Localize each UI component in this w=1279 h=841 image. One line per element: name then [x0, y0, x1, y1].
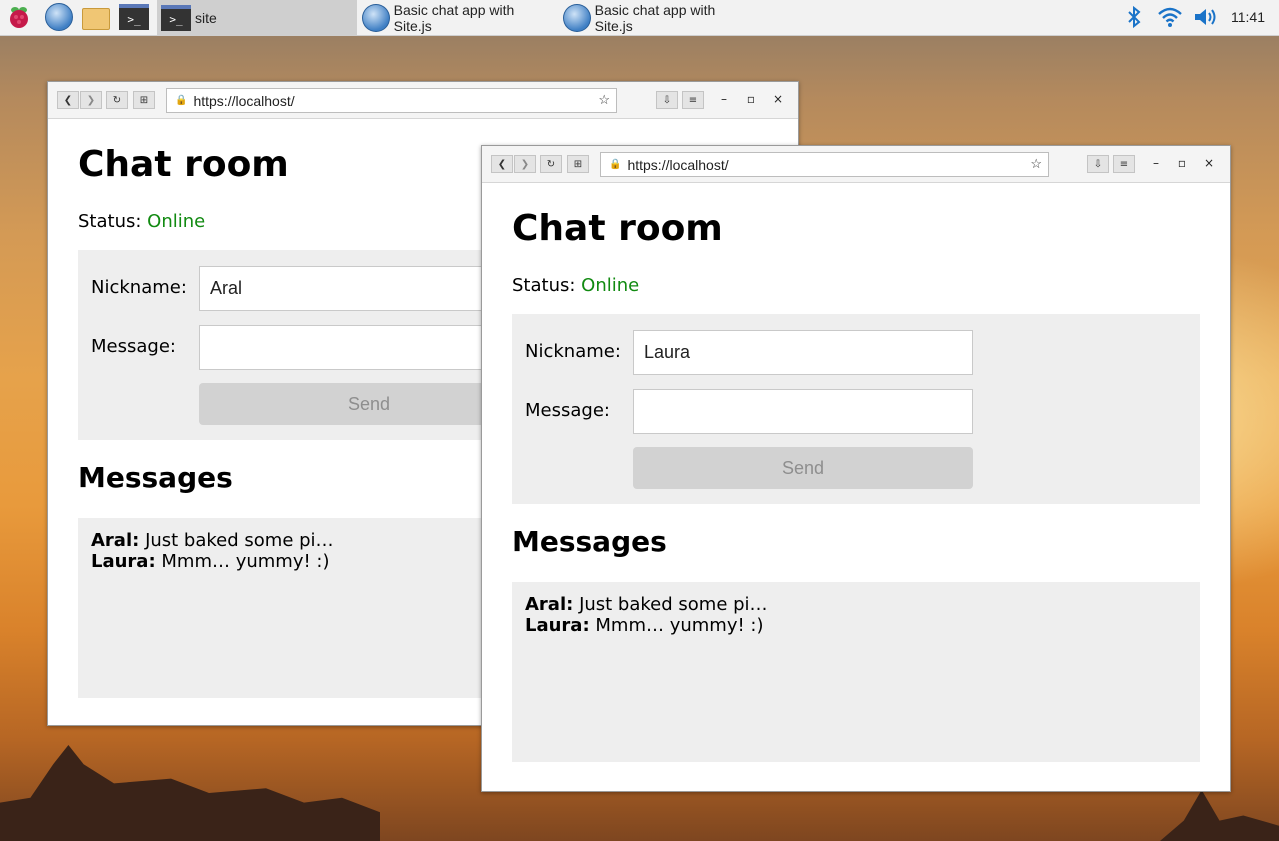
task-label: Basic chat app with Site.js: [594, 1, 716, 34]
bookmark-star-icon[interactable]: ☆: [598, 92, 610, 108]
browser-globe-icon: [362, 3, 390, 32]
message-text: Just baked some pi…: [145, 530, 334, 551]
clock: 11:41: [1231, 9, 1265, 25]
message-text: Mmm… yummy! :): [595, 615, 764, 636]
message-author: Aral:: [91, 530, 140, 551]
messages-list: Aral: Just baked some pi… Laura: Mmm… yu…: [512, 582, 1200, 762]
message-text: Mmm… yummy! :): [161, 551, 330, 572]
url-text: https://localhost/: [193, 92, 295, 109]
status-label: Status:: [78, 211, 142, 232]
task-browser-1[interactable]: Basic chat app with Site.js: [358, 0, 558, 35]
lock-icon: 🔒: [175, 95, 188, 106]
task-label: site: [195, 9, 217, 26]
page-title: Chat room: [512, 208, 723, 249]
temple-silhouette-left: [0, 745, 380, 841]
url-text: https://localhost/: [627, 156, 729, 173]
forward-button[interactable]: ❯: [80, 91, 102, 109]
task-browser-2[interactable]: Basic chat app with Site.js: [559, 0, 759, 35]
forward-button[interactable]: ❯: [514, 155, 536, 173]
minimize-icon[interactable]: –: [716, 92, 732, 106]
message-author: Aral:: [525, 594, 574, 615]
taskbar: >_ >_ site Basic chat app with Site.js B…: [0, 0, 1279, 36]
menu-button[interactable]: ≡: [1113, 155, 1135, 173]
message-text: Just baked some pi…: [579, 594, 768, 615]
new-tab-button[interactable]: ⊞: [133, 91, 155, 109]
menu-button[interactable]: ≡: [682, 91, 704, 109]
status-value: Online: [147, 211, 206, 232]
terminal-icon[interactable]: >_: [118, 3, 150, 31]
nickname-label: Nickname:: [525, 341, 621, 362]
downloads-button[interactable]: ⇩: [656, 91, 678, 109]
browser-globe-icon: [563, 3, 591, 32]
task-label: Basic chat app with Site.js: [393, 1, 515, 34]
task-site[interactable]: >_ site: [157, 0, 357, 35]
address-bar[interactable]: 🔒 https://localhost/ ☆: [166, 88, 617, 113]
web-browser-icon[interactable]: [45, 3, 73, 31]
status-value: Online: [581, 275, 640, 296]
status-line: Status: Online: [78, 211, 205, 232]
nickname-input[interactable]: Laura: [633, 330, 973, 375]
terminal-icon: >_: [161, 4, 191, 31]
bluetooth-icon[interactable]: [1120, 3, 1148, 31]
browser-toolbar: ❮ ❯ ↻ ⊞ 🔒 https://localhost/ ☆ ⇩ ≡ – ▫ ×: [482, 146, 1230, 183]
page-content: Chat room Status: Online Nickname: Laura…: [482, 183, 1230, 791]
reload-button[interactable]: ↻: [106, 91, 128, 109]
message-author: Laura:: [91, 551, 156, 572]
nickname-label: Nickname:: [91, 277, 187, 298]
address-bar[interactable]: 🔒 https://localhost/ ☆: [600, 152, 1049, 177]
terminal-glyph: >_: [119, 4, 149, 30]
new-tab-button[interactable]: ⊞: [567, 155, 589, 173]
chat-form: Nickname: Laura Message: Send: [512, 314, 1200, 504]
maximize-icon[interactable]: ▫: [1174, 156, 1190, 170]
browser-window-laura: ❮ ❯ ↻ ⊞ 🔒 https://localhost/ ☆ ⇩ ≡ – ▫ ×…: [481, 145, 1231, 792]
wifi-icon[interactable]: [1156, 3, 1184, 31]
file-manager-icon[interactable]: [82, 3, 110, 31]
messages-heading: Messages: [512, 525, 667, 558]
page-title: Chat room: [78, 144, 289, 185]
message-input[interactable]: [633, 389, 973, 434]
status-line: Status: Online: [512, 275, 639, 296]
maximize-icon[interactable]: ▫: [743, 92, 759, 106]
message-author: Laura:: [525, 615, 590, 636]
lock-icon: 🔒: [609, 159, 622, 170]
raspberry-menu-icon[interactable]: [5, 3, 33, 31]
reload-button[interactable]: ↻: [540, 155, 562, 173]
browser-toolbar: ❮ ❯ ↻ ⊞ 🔒 https://localhost/ ☆ ⇩ ≡ – ▫ ×: [48, 82, 798, 119]
send-button[interactable]: Send: [633, 447, 973, 489]
message-label: Message:: [91, 336, 176, 357]
volume-icon[interactable]: [1192, 3, 1220, 31]
bookmark-star-icon[interactable]: ☆: [1030, 156, 1042, 172]
close-icon[interactable]: ×: [1201, 156, 1217, 170]
downloads-button[interactable]: ⇩: [1087, 155, 1109, 173]
list-item: Aral: Just baked some pi…: [525, 594, 1187, 615]
message-label: Message:: [525, 400, 610, 421]
minimize-icon[interactable]: –: [1148, 156, 1164, 170]
messages-heading: Messages: [78, 461, 233, 494]
status-label: Status:: [512, 275, 576, 296]
back-button[interactable]: ❮: [491, 155, 513, 173]
back-button[interactable]: ❮: [57, 91, 79, 109]
temple-silhouette-right: [1160, 790, 1279, 841]
close-icon[interactable]: ×: [770, 92, 786, 106]
list-item: Laura: Mmm… yummy! :): [525, 615, 1187, 636]
